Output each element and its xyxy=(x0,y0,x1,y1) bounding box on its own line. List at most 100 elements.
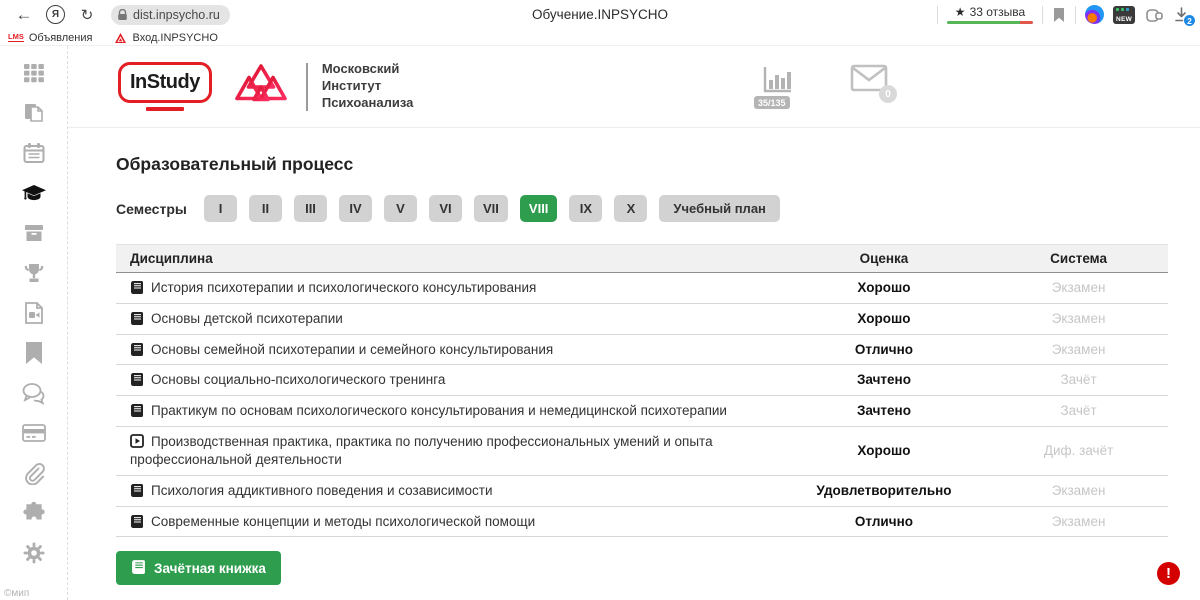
table-row: Психология аддиктивного поведения и соза… xyxy=(116,475,1168,506)
bookmark-label: Объявления xyxy=(29,32,93,44)
bookmark-item-announcements[interactable]: LMS Объявления xyxy=(8,32,92,44)
browser-window: ← Я ↻ dist.inpsycho.ru Обучение.INPSYCHO… xyxy=(0,0,1200,600)
sidebar-item-messages[interactable] xyxy=(21,382,47,408)
address-bar[interactable]: dist.inpsycho.ru xyxy=(111,5,230,25)
profile-icon[interactable]: Я xyxy=(46,5,65,24)
discipline-cell[interactable]: Производственная практика, практика по п… xyxy=(116,427,779,476)
sidebar-item-apps[interactable] xyxy=(21,62,47,88)
content-area: InStudy Моско xyxy=(68,46,1200,600)
table-row: Современные концепции и методы психологи… xyxy=(116,506,1168,537)
curriculum-plan-button[interactable]: Учебный план xyxy=(659,195,779,222)
semester-button-5[interactable]: V xyxy=(384,195,417,222)
gradebook-button[interactable]: Зачётная книжка xyxy=(116,551,281,585)
table-row: Основы социально-психологического тренин… xyxy=(116,365,1168,396)
sidebar-item-calendar[interactable] xyxy=(21,142,47,168)
bookmark-icon xyxy=(23,341,45,370)
semester-button-2[interactable]: II xyxy=(249,195,282,222)
lock-icon xyxy=(117,9,128,21)
grade-cell: Зачтено xyxy=(779,365,989,396)
progress-stats-button[interactable]: 35/135 xyxy=(760,64,794,101)
column-header-grade: Оценка xyxy=(779,245,989,273)
semester-button-8-active[interactable]: VIII xyxy=(520,195,558,222)
discipline-cell[interactable]: Психология аддиктивного поведения и соза… xyxy=(116,475,779,506)
book-icon xyxy=(130,311,144,325)
mail-button[interactable]: 0 xyxy=(850,64,888,97)
bookmarks-bar: LMS Объявления Вход.INPSYCHO xyxy=(0,29,1200,46)
toolbar-separator xyxy=(1042,6,1043,24)
grade-cell: Удовлетворительно xyxy=(779,475,989,506)
reviews-rating-bar xyxy=(947,21,1033,24)
back-button[interactable]: ← xyxy=(10,3,38,27)
system-cell: Диф. зачёт xyxy=(989,427,1168,476)
sidebar-item-bookmarks[interactable] xyxy=(21,342,47,368)
site-header: InStudy Моско xyxy=(68,46,1200,128)
apps-grid-icon xyxy=(22,61,46,90)
sidebar-item-documents[interactable] xyxy=(21,102,47,128)
system-cell: Экзамен xyxy=(989,273,1168,304)
extension-hand-icon[interactable] xyxy=(1144,6,1164,24)
url-text: dist.inpsycho.ru xyxy=(133,8,220,22)
semester-button-4[interactable]: IV xyxy=(339,195,372,222)
mip-triangle-logo xyxy=(234,63,288,111)
discipline-cell[interactable]: Практикум по основам психологического ко… xyxy=(116,396,779,427)
browser-toolbar: ← Я ↻ dist.inpsycho.ru Обучение.INPSYCHO… xyxy=(0,0,1200,29)
reviews-widget[interactable]: ★ 33 отзыва xyxy=(947,5,1033,24)
discipline-cell[interactable]: Основы детской психотерапии xyxy=(116,303,779,334)
play-icon xyxy=(130,434,144,448)
sidebar-item-settings[interactable] xyxy=(21,542,47,568)
extension-browser-icon[interactable] xyxy=(1085,5,1104,24)
star-icon: ★ xyxy=(955,5,966,19)
page-body: ©мип InStudy xyxy=(0,46,1200,600)
gradebook-book-icon xyxy=(131,559,146,577)
system-cell: Зачёт xyxy=(989,365,1168,396)
extension-new-dots xyxy=(1116,8,1119,11)
graduation-cap-icon xyxy=(21,181,47,210)
system-cell: Экзамен xyxy=(989,303,1168,334)
reviews-count: 33 отзыва xyxy=(970,5,1026,19)
semester-button-6[interactable]: VI xyxy=(429,195,462,222)
semester-button-9[interactable]: IX xyxy=(569,195,602,222)
mail-count-badge: 0 xyxy=(879,85,897,103)
table-row: Основы детской психотерапии Хорошо Экзам… xyxy=(116,303,1168,334)
trophy-icon xyxy=(22,261,46,290)
discipline-cell[interactable]: Основы социально-психологического тренин… xyxy=(116,365,779,396)
extension-new-icon[interactable]: NEW xyxy=(1113,6,1135,24)
video-file-icon xyxy=(22,301,46,330)
sidebar-item-archive[interactable] xyxy=(21,222,47,248)
refresh-button[interactable]: ↻ xyxy=(73,3,101,27)
semester-button-10[interactable]: X xyxy=(614,195,647,222)
column-header-system: Система xyxy=(989,245,1168,273)
semesters-label: Семестры xyxy=(116,201,204,217)
sidebar-item-education[interactable] xyxy=(21,182,47,208)
table-row: Производственная практика, практика по п… xyxy=(116,427,1168,476)
sidebar-item-integrations[interactable] xyxy=(21,502,47,528)
bookmark-flag-icon[interactable] xyxy=(1052,7,1066,23)
table-row: Практикум по основам психологического ко… xyxy=(116,396,1168,427)
sidebar-item-awards[interactable] xyxy=(21,262,47,288)
discipline-name: Производственная практика, практика по п… xyxy=(130,434,713,467)
sidebar-item-video[interactable] xyxy=(21,302,47,328)
book-icon xyxy=(130,372,144,386)
paperclip-icon xyxy=(22,461,46,490)
semester-button-7[interactable]: VII xyxy=(474,195,508,222)
discipline-cell[interactable]: Основы семейной психотерапии и семейного… xyxy=(116,334,779,365)
mip-favicon xyxy=(114,32,127,44)
book-icon xyxy=(130,403,144,417)
bookmark-item-login[interactable]: Вход.INPSYCHO xyxy=(114,32,217,44)
semester-button-3[interactable]: III xyxy=(294,195,327,222)
discipline-name: Психология аддиктивного поведения и соза… xyxy=(151,483,492,498)
instudy-logo[interactable]: InStudy xyxy=(118,62,212,112)
downloads-button[interactable]: 2 xyxy=(1173,6,1190,23)
grade-cell: Отлично xyxy=(779,334,989,365)
toolbar-right-group: ★ 33 отзыва NEW xyxy=(931,5,1190,24)
sidebar-item-payments[interactable] xyxy=(21,422,47,448)
alert-notification-icon[interactable]: ! xyxy=(1157,562,1180,585)
institute-name: Московский Институт Психоанализа xyxy=(322,61,414,112)
semester-button-1[interactable]: I xyxy=(204,195,237,222)
system-cell: Экзамен xyxy=(989,334,1168,365)
grade-cell: Отлично xyxy=(779,506,989,537)
sidebar-item-attachments[interactable] xyxy=(21,462,47,488)
discipline-cell[interactable]: История психотерапии и психологического … xyxy=(116,273,779,304)
discipline-cell[interactable]: Современные концепции и методы психологи… xyxy=(116,506,779,537)
logo-divider xyxy=(306,63,308,111)
